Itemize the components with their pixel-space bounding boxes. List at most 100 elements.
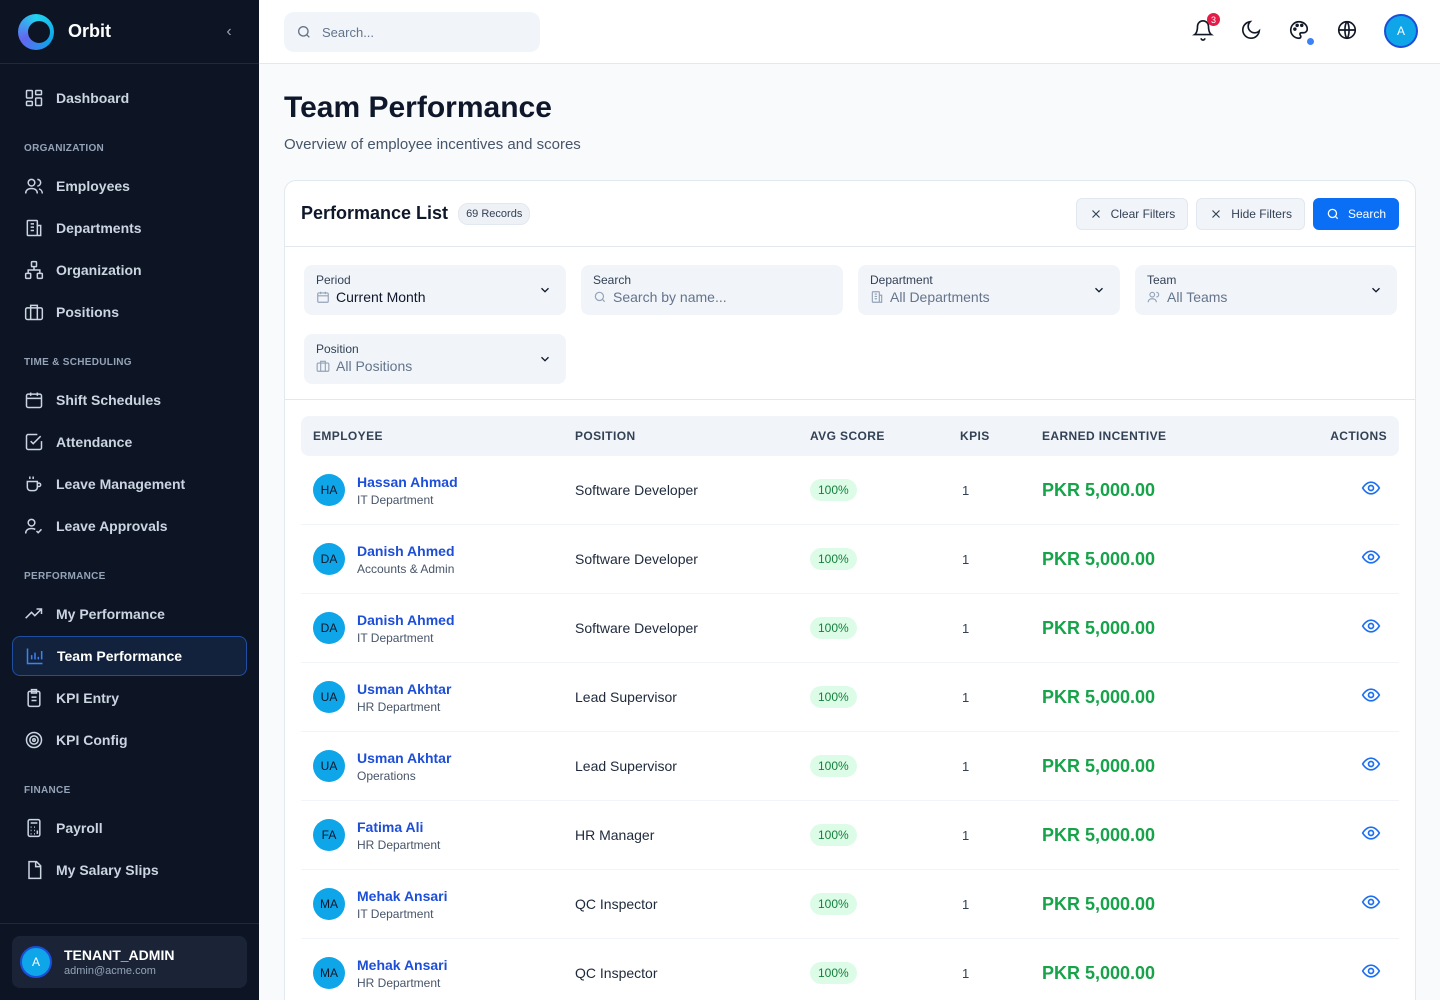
kpis-cell: 1 <box>962 758 970 774</box>
bar-chart-icon <box>26 648 43 665</box>
team-select[interactable]: Team All Teams <box>1135 265 1397 315</box>
sidebar-item-leave-approvals[interactable]: Leave Approvals <box>12 506 247 546</box>
employee-info: FA Fatima Ali HR Department <box>313 819 575 852</box>
sidebar-item-kpi-config[interactable]: KPI Config <box>12 720 247 760</box>
view-button[interactable] <box>1361 823 1381 843</box>
table-row[interactable]: DA Danish Ahmed IT Department Software D… <box>301 594 1399 663</box>
sidebar-item-leave-management[interactable]: Leave Management <box>12 464 247 504</box>
employee-name[interactable]: Fatima Ali <box>357 819 440 835</box>
view-button[interactable] <box>1361 754 1381 774</box>
search-icon <box>1327 208 1339 219</box>
user-check-icon <box>24 518 43 534</box>
avatar: UA <box>313 681 345 713</box>
score-cell: 100% <box>810 548 960 570</box>
sidebar-item-label: Leave Approvals <box>56 518 168 534</box>
header-position[interactable]: POSITION <box>575 429 810 443</box>
table-row[interactable]: MA Mehak Ansari HR Department QC Inspect… <box>301 939 1399 1000</box>
avatar[interactable]: A <box>1384 14 1418 48</box>
position-cell: Software Developer <box>575 620 698 636</box>
score-badge: 100% <box>810 479 857 501</box>
eye-icon <box>1361 618 1381 633</box>
table-row[interactable]: MA Mehak Ansari IT Department QC Inspect… <box>301 870 1399 939</box>
employee-name[interactable]: Mehak Ansari <box>357 888 448 904</box>
header-employee[interactable]: EMPLOYEE <box>301 429 575 443</box>
card-header: Performance List 69 Records Clear Filter… <box>285 181 1415 247</box>
sidebar-item-my-performance[interactable]: My Performance <box>12 594 247 634</box>
global-search-input[interactable]: Search... <box>284 12 540 52</box>
language-button[interactable] <box>1336 19 1360 43</box>
eye-icon <box>1361 480 1381 495</box>
employee-name[interactable]: Usman Akhtar <box>357 681 451 697</box>
employee-department: IT Department <box>357 630 434 645</box>
score-cell: 100% <box>810 962 960 984</box>
theme-toggle-button[interactable] <box>1240 19 1264 43</box>
sidebar-item-payroll[interactable]: Payroll <box>12 808 247 848</box>
records-badge: 69 Records <box>458 202 531 225</box>
employee-department: HR Department <box>357 837 441 852</box>
page-subtitle: Overview of employee incentives and scor… <box>284 136 581 153</box>
hide-filters-button[interactable]: Hide Filters <box>1196 197 1305 230</box>
palette-button[interactable] <box>1288 19 1314 45</box>
actions-cell <box>1242 961 1399 986</box>
brand: Orbit ‹ <box>0 0 259 64</box>
sidebar-item-dashboard[interactable]: Dashboard <box>12 78 247 118</box>
sidebar-item-departments[interactable]: Departments <box>12 208 247 248</box>
kpis-cell: 1 <box>962 827 970 843</box>
dashboard-icon <box>25 89 43 107</box>
filter-value: Current Month <box>316 289 554 305</box>
collapse-sidebar-icon[interactable]: ‹ <box>217 23 241 41</box>
department-select[interactable]: Department All Departments <box>858 265 1120 315</box>
position-select[interactable]: Position All Positions <box>304 334 566 384</box>
sidebar-item-positions[interactable]: Positions <box>12 292 247 332</box>
employee-cell: DA Danish Ahmed IT Department <box>301 612 575 645</box>
employee-name[interactable]: Danish Ahmed <box>357 543 455 559</box>
view-button[interactable] <box>1361 547 1381 567</box>
header-kpis[interactable]: KPIS <box>960 429 1042 443</box>
table-row[interactable]: UA Usman Akhtar Operations Lead Supervis… <box>301 732 1399 801</box>
view-button[interactable] <box>1361 892 1381 912</box>
table-row[interactable]: DA Danish Ahmed Accounts & Admin Softwar… <box>301 525 1399 594</box>
search-button[interactable]: Search <box>1312 197 1399 230</box>
table-row[interactable]: UA Usman Akhtar HR Department Lead Super… <box>301 663 1399 732</box>
employee-name[interactable]: Danish Ahmed <box>357 612 455 628</box>
notifications-button[interactable]: 3 <box>1192 13 1220 43</box>
view-button[interactable] <box>1361 961 1381 981</box>
sidebar-item-kpi-entry[interactable]: KPI Entry <box>12 678 247 718</box>
filter-value: All Teams <box>1147 289 1385 305</box>
table-row[interactable]: FA Fatima Ali HR Department HR Manager 1… <box>301 801 1399 870</box>
sidebar-item-my-salary-slips[interactable]: My Salary Slips <box>12 850 247 890</box>
filter-value: Search by name... <box>593 289 831 305</box>
coffee-icon <box>26 476 42 492</box>
performance-list-card: Performance List 69 Records Clear Filter… <box>284 180 1416 1000</box>
avatar: DA <box>313 543 345 575</box>
period-select[interactable]: Period Current Month <box>304 265 566 315</box>
employee-info: MA Mehak Ansari IT Department <box>313 888 575 921</box>
sidebar-item-employees[interactable]: Employees <box>12 166 247 206</box>
table-row[interactable]: HA Hassan Ahmad IT Department Software D… <box>301 456 1399 525</box>
button-label: Search <box>1347 206 1386 221</box>
user-card[interactable]: A TENANT_ADMIN admin@acme.com <box>12 936 247 988</box>
sidebar-item-team-performance[interactable]: Team Performance <box>12 636 247 676</box>
trending-up-icon <box>25 608 43 619</box>
search-filter-input[interactable]: Search Search by name... <box>581 265 843 315</box>
position-cell: QC Inspector <box>575 896 658 912</box>
avatar: MA <box>313 957 345 989</box>
score-cell: 100% <box>810 755 960 777</box>
view-button[interactable] <box>1361 478 1381 498</box>
sidebar-item-organization[interactable]: Organization <box>12 250 247 290</box>
employee-name[interactable]: Usman Akhtar <box>357 750 451 766</box>
incentive-cell: PKR 5,000.00 <box>1042 893 1156 914</box>
employee-cell: UA Usman Akhtar HR Department <box>301 681 575 714</box>
header-earned-incentive[interactable]: EARNED INCENTIVE <box>1042 429 1242 443</box>
employee-name[interactable]: Mehak Ansari <box>357 957 448 973</box>
employee-name[interactable]: Hassan Ahmad <box>357 474 458 490</box>
sidebar-item-attendance[interactable]: Attendance <box>12 422 247 462</box>
search-placeholder: Search... <box>322 24 375 40</box>
view-button[interactable] <box>1361 616 1381 636</box>
header-avg-score[interactable]: AVG SCORE <box>810 429 960 443</box>
view-button[interactable] <box>1361 685 1381 705</box>
sidebar-item-shift-schedules[interactable]: Shift Schedules <box>12 380 247 420</box>
sidebar-item-label: Team Performance <box>57 648 183 664</box>
moon-icon <box>1241 20 1261 40</box>
clear-filters-button[interactable]: Clear Filters <box>1075 197 1189 230</box>
